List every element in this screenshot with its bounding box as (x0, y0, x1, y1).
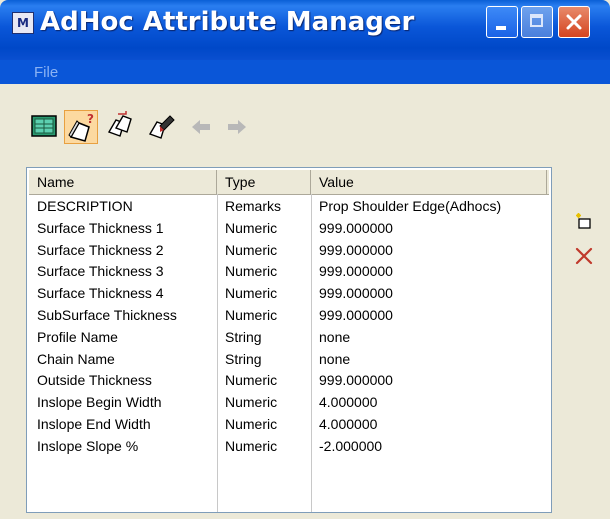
table-row[interactable]: Profile Name String none (29, 327, 549, 349)
table-view-icon (31, 115, 57, 137)
cell-name: Surface Thickness 4 (37, 285, 164, 302)
attribute-table[interactable]: Name Type Value DESCRIPTION Remarks Prop S… (26, 167, 552, 513)
cell-value: -2.000000 (319, 437, 383, 454)
table-header: Name Type Value (29, 170, 549, 195)
add-row-icon (576, 213, 591, 229)
cell-type: Numeric (225, 263, 278, 280)
cell-value: 999.000000 (319, 219, 393, 236)
cell-type: Numeric (225, 306, 278, 323)
cell-name: SubSurface Thickness (37, 306, 177, 323)
cell-type: Numeric (225, 437, 278, 454)
table-row[interactable]: Surface Thickness 1 Numeric 999.000000 (29, 218, 549, 240)
back-button[interactable] (184, 110, 218, 144)
paint-attributes-button[interactable] (144, 110, 178, 144)
cell-name: Surface Thickness 1 (37, 219, 164, 236)
table-row[interactable]: Outside Thickness Numeric 999.000000 (29, 370, 549, 392)
cell-name: Outside Thickness (37, 372, 152, 389)
paint-attributes-icon (148, 115, 175, 139)
cell-value: 999.000000 (319, 372, 393, 389)
window-title: AdHoc Attribute Manager (40, 7, 415, 37)
cell-value: 4.000000 (319, 394, 378, 411)
minimize-button[interactable] (486, 6, 518, 38)
table-row[interactable]: SubSurface Thickness Numeric 999.000000 (29, 305, 549, 327)
delete-row-icon (575, 247, 593, 265)
cell-name: Surface Thickness 3 (37, 263, 164, 280)
cell-type: Numeric (225, 394, 278, 411)
cell-value: none (319, 328, 351, 345)
cell-value: none (319, 350, 351, 367)
column-header-type[interactable]: Type (217, 170, 311, 194)
cell-type: Numeric (225, 415, 278, 432)
query-attributes-button[interactable]: ? (64, 110, 98, 144)
table-row[interactable]: Inslope End Width Numeric 4.000000 (29, 414, 549, 436)
cell-type: Numeric (225, 219, 278, 236)
cell-type: String (225, 328, 262, 345)
menu-file[interactable]: File (34, 64, 58, 81)
cell-name: DESCRIPTION (37, 198, 133, 214)
cell-name: Inslope Slope % (37, 437, 139, 454)
cell-value: 4.000000 (319, 415, 378, 432)
table-row[interactable]: Surface Thickness 4 Numeric 999.000000 (29, 283, 549, 305)
cell-type: Numeric (225, 241, 278, 258)
cell-value: 999.000000 (319, 263, 393, 280)
forward-arrow-icon (228, 120, 246, 134)
app-icon: M (12, 12, 34, 34)
copy-attributes-icon (107, 111, 132, 137)
delete-row-button[interactable] (574, 246, 594, 269)
cell-value: Prop Shoulder Edge(Adhocs) (319, 198, 502, 214)
add-row-button[interactable] (574, 212, 594, 235)
menu-bar: File (0, 60, 610, 84)
cell-name: Inslope Begin Width (37, 394, 162, 411)
close-button[interactable] (558, 6, 590, 38)
table-row[interactable]: Inslope Begin Width Numeric 4.000000 (29, 392, 549, 414)
query-attributes-icon: ? (68, 112, 94, 142)
cell-name: Inslope End Width (37, 415, 151, 432)
maximize-button[interactable] (521, 6, 553, 38)
cell-type: Remarks (225, 198, 282, 214)
cell-value: 999.000000 (319, 285, 393, 302)
forward-button[interactable] (220, 110, 254, 144)
table-row[interactable]: Chain Name String none (29, 349, 549, 371)
cell-name: Profile Name (37, 328, 118, 345)
column-header-name[interactable]: Name (29, 170, 217, 194)
copy-attributes-button[interactable] (104, 110, 138, 144)
cell-value: 999.000000 (319, 241, 393, 258)
close-icon (566, 14, 582, 30)
table-row[interactable]: Surface Thickness 3 Numeric 999.000000 (29, 261, 549, 283)
cell-value: 999.000000 (319, 306, 393, 323)
cell-name: Chain Name (37, 350, 115, 367)
cell-type: String (225, 350, 262, 367)
title-bar[interactable]: M AdHoc Attribute Manager (0, 0, 610, 60)
back-arrow-icon (192, 120, 210, 134)
table-row[interactable]: Surface Thickness 2 Numeric 999.000000 (29, 240, 549, 262)
svg-text:?: ? (87, 112, 94, 126)
table-row[interactable]: DESCRIPTION Remarks Prop Shoulder Edge(Adh… (29, 196, 549, 218)
cell-type: Numeric (225, 285, 278, 302)
table-view-button[interactable] (28, 110, 62, 144)
table-row[interactable]: Inslope Slope % Numeric -2.000000 (29, 436, 549, 458)
table-body: DESCRIPTION Remarks Prop Shoulder Edge(Adh… (29, 196, 549, 458)
column-header-value[interactable]: Value (311, 170, 547, 194)
cell-type: Numeric (225, 372, 278, 389)
cell-name: Surface Thickness 2 (37, 241, 164, 258)
